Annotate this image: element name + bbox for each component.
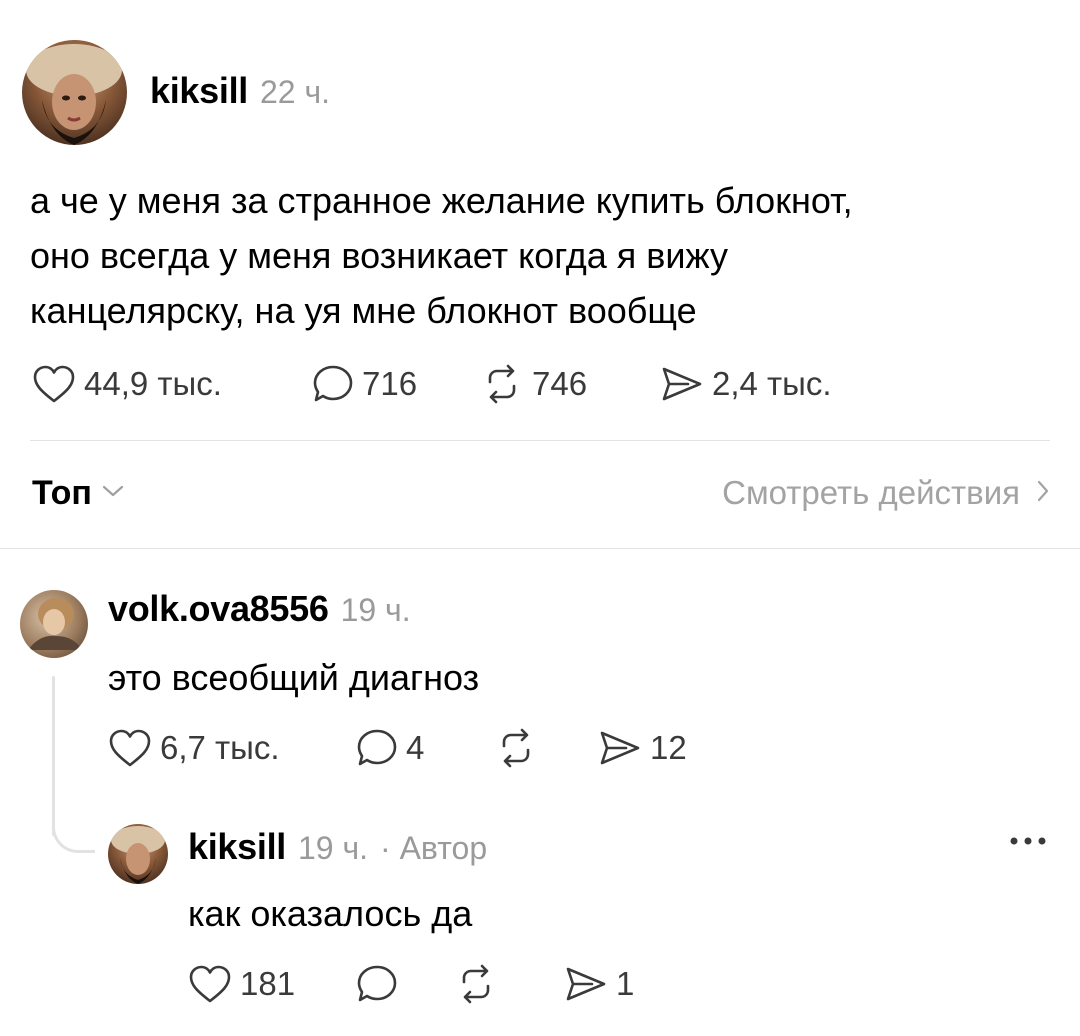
post-text-line: канцелярску, на уя мне блокнот вообще [30, 290, 697, 331]
comment-button[interactable]: 4 [356, 728, 424, 768]
author-avatar[interactable] [22, 40, 127, 145]
chevron-right-icon [1036, 479, 1050, 508]
like-button[interactable]: 181 [188, 964, 295, 1004]
comment-count: 4 [406, 729, 425, 766]
more-options-button[interactable] [1008, 834, 1048, 854]
view-activity-label: Смотреть действия [722, 474, 1020, 511]
sort-dropdown[interactable]: Топ [32, 474, 124, 513]
reply-text: это всеобщий диагноз [108, 657, 480, 698]
reply-actions: 6,7 тыс. 4 12 [108, 728, 808, 772]
reply-time: 19 ч. [297, 830, 369, 866]
comment-bubble-icon [312, 364, 354, 404]
post-text-line: оно всегда у меня возникает когда я вижу [30, 235, 729, 276]
section-divider [0, 548, 1080, 549]
like-button[interactable]: 6,7 тыс. [108, 728, 280, 768]
send-icon [598, 728, 642, 768]
share-button[interactable]: 2,4 тыс. [660, 364, 832, 404]
share-count: 2,4 тыс. [712, 365, 832, 402]
reply-author-name[interactable]: kiksill [188, 826, 286, 868]
comment-button[interactable]: 716 [312, 364, 417, 404]
more-dots-icon [1008, 834, 1048, 851]
post-author-name[interactable]: kiksill [150, 70, 248, 112]
repost-button[interactable] [494, 728, 546, 768]
share-button[interactable]: 12 [598, 728, 687, 768]
author-badge: · Автор [380, 830, 488, 866]
thread-curve [52, 820, 95, 853]
like-count: 6,7 тыс. [160, 729, 280, 766]
reply-author-name[interactable]: volk.ova8556 [108, 588, 329, 630]
chevron-down-icon [102, 484, 124, 503]
heart-icon [108, 728, 152, 768]
repost-icon [454, 964, 498, 1004]
send-icon [660, 364, 704, 404]
like-count: 181 [240, 965, 296, 1002]
like-count: 44,9 тыс. [84, 365, 222, 402]
divider [30, 440, 1050, 441]
post-time: 22 ч. [259, 74, 331, 110]
repost-icon [494, 728, 538, 768]
comment-button[interactable] [356, 964, 406, 1004]
comment-count: 716 [362, 365, 418, 402]
post-text: а че у меня за странное желание купить б… [30, 173, 853, 338]
reply-avatar[interactable] [108, 824, 168, 884]
share-count: 1 [616, 965, 635, 1002]
like-button[interactable]: 44,9 тыс. [32, 364, 222, 404]
reply-avatar[interactable] [20, 590, 88, 658]
reply-time: 19 ч. [340, 592, 411, 628]
send-icon [564, 964, 608, 1004]
repost-count: 746 [532, 365, 588, 402]
comment-bubble-icon [356, 728, 398, 768]
reply-actions: 181 1 [188, 964, 688, 1008]
thread-line [52, 676, 55, 836]
repost-icon [480, 364, 524, 404]
share-button[interactable]: 1 [564, 964, 634, 1004]
heart-icon [32, 364, 76, 404]
repost-button[interactable] [454, 964, 506, 1004]
sort-label: Топ [32, 474, 92, 512]
comment-bubble-icon [356, 964, 398, 1004]
view-activity-link[interactable]: Смотреть действия [722, 474, 1050, 512]
heart-icon [188, 964, 232, 1004]
post-text-line: а че у меня за странное желание купить б… [30, 180, 853, 221]
reply-text: как оказалось да [188, 893, 473, 934]
repost-button[interactable]: 746 [480, 364, 587, 404]
post-actions: 44,9 тыс. 716 746 2,4 тыс. [32, 364, 992, 408]
share-count: 12 [650, 729, 687, 766]
